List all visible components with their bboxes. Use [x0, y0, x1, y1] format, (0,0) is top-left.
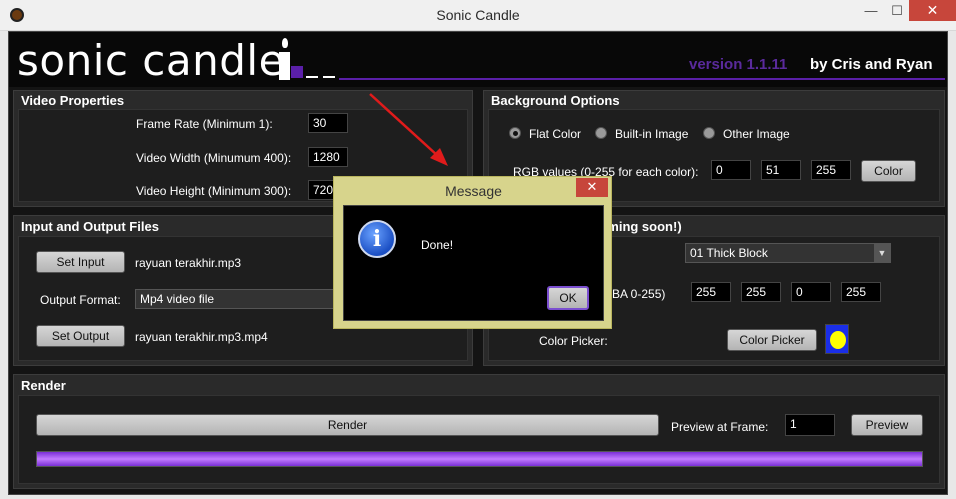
- logo-bar-white-1: [306, 76, 318, 78]
- color-picker-button[interactable]: Color Picker: [727, 329, 817, 351]
- authors-label: by Cris and Ryan: [810, 56, 933, 73]
- swatch-color-dot: [830, 331, 846, 349]
- other-image-radio[interactable]: [703, 127, 715, 139]
- info-icon: i: [358, 220, 396, 258]
- color-picker-label: Color Picker:: [539, 334, 608, 348]
- fg-red-input[interactable]: 255: [691, 282, 731, 302]
- dialog-title: Message: [445, 183, 502, 199]
- fg-green-input[interactable]: 255: [741, 282, 781, 302]
- candle-logo-icon: [277, 38, 291, 80]
- fg-blue-input[interactable]: 0: [791, 282, 831, 302]
- video-height-label: Video Height (Minimum 300):: [136, 184, 292, 198]
- annotation-arrow-icon: [369, 93, 448, 166]
- render-body: Render Preview at Frame: 1 Preview: [18, 395, 940, 484]
- render-progress-fill: [37, 452, 922, 466]
- set-input-button[interactable]: Set Input: [36, 251, 125, 273]
- render-progress-bar: [36, 451, 923, 467]
- output-file-name: rayuan terakhir.mp3.mp4: [135, 330, 268, 344]
- color-swatch[interactable]: [825, 324, 849, 354]
- dialog-close-button[interactable]: ✕: [576, 178, 608, 197]
- render-title: Render: [21, 378, 66, 393]
- bg-blue-input[interactable]: 255: [811, 160, 851, 180]
- preview-frame-label: Preview at Frame:: [671, 420, 769, 434]
- output-format-label: Output Format:: [40, 293, 121, 307]
- minimize-button[interactable]: —: [858, 0, 884, 21]
- frame-rate-input[interactable]: 30: [308, 113, 348, 133]
- chevron-down-icon[interactable]: ▼: [874, 244, 890, 262]
- set-output-button[interactable]: Set Output: [36, 325, 125, 347]
- app-logo: sonic candle: [17, 36, 285, 85]
- window-titlebar: Sonic Candle — ☐ ✕: [0, 0, 956, 31]
- dialog-message: Done!: [421, 238, 454, 252]
- video-width-label: Video Width (Minumum 400):: [136, 151, 292, 165]
- preview-button[interactable]: Preview: [851, 414, 923, 436]
- close-button[interactable]: ✕: [909, 0, 956, 21]
- logo-bar-purple: [291, 66, 303, 78]
- other-image-label: Other Image: [723, 127, 790, 141]
- message-dialog: Message ✕ i Done! OK: [333, 176, 612, 329]
- render-panel: Render Render Preview at Frame: 1 Previe…: [13, 374, 945, 489]
- flat-color-radio[interactable]: [509, 127, 521, 139]
- flame-icon: [282, 38, 288, 48]
- visualizer-style-select[interactable]: 01 Thick Block ▼: [685, 243, 891, 263]
- fg-alpha-input[interactable]: 255: [841, 282, 881, 302]
- render-button[interactable]: Render: [36, 414, 659, 436]
- bg-red-input[interactable]: 0: [711, 160, 751, 180]
- builtin-image-radio[interactable]: [595, 127, 607, 139]
- ok-button[interactable]: OK: [547, 286, 589, 310]
- io-files-title: Input and Output Files: [21, 219, 159, 234]
- maximize-button[interactable]: ☐: [884, 0, 910, 21]
- frame-rate-label: Frame Rate (Minimum 1):: [136, 117, 273, 131]
- dialog-body: i Done! OK: [343, 205, 604, 321]
- flat-color-label: Flat Color: [529, 127, 582, 141]
- output-format-select[interactable]: Mp4 video file: [135, 289, 355, 309]
- logo-bar-white-2: [323, 76, 335, 78]
- header-divider: [339, 78, 945, 80]
- color-button[interactable]: Color: [861, 160, 916, 182]
- builtin-image-label: Built-in Image: [615, 127, 689, 141]
- input-file-name: rayuan terakhir.mp3: [135, 256, 242, 270]
- bg-green-input[interactable]: 51: [761, 160, 801, 180]
- video-properties-title: Video Properties: [21, 93, 125, 108]
- app-header: sonic candle version 1.1.11 by Cris and …: [9, 32, 947, 87]
- preview-frame-input[interactable]: 1: [785, 414, 835, 436]
- background-options-title: Background Options: [491, 93, 620, 108]
- video-width-input[interactable]: 1280: [308, 147, 348, 167]
- visualizer-style-value: 01 Thick Block: [690, 246, 768, 260]
- candle-stem: [279, 52, 290, 80]
- rgba-label: BA 0-255): [612, 287, 666, 301]
- window-title: Sonic Candle: [436, 7, 520, 23]
- version-label: version 1.1.11: [689, 56, 788, 73]
